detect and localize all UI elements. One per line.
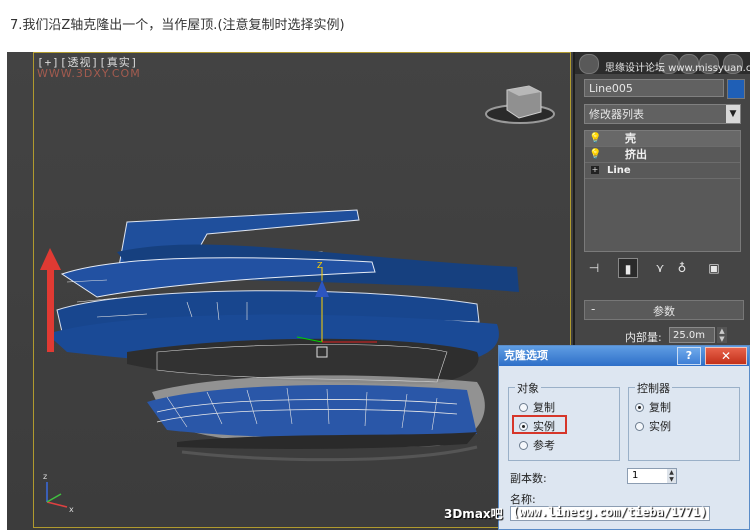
configure-modifier-sets-icon[interactable]: ▣ (704, 258, 724, 278)
bottom-watermark-prefix: 3Dmax吧 (444, 507, 503, 521)
stack-toolbar: ⊣ ▮ ⋎ ♁ ▣ (584, 258, 744, 278)
modifier-stack: 💡 壳 💡 挤出 + Line (584, 130, 741, 252)
radio-dot[interactable] (519, 441, 528, 450)
object-group-title: 对象 (515, 380, 541, 396)
radio-dot[interactable] (635, 403, 644, 412)
radio-label: 复制 (649, 401, 671, 414)
create-tab-icon[interactable] (579, 54, 599, 74)
radio-label: 实例 (649, 420, 671, 433)
lightbulb-icon[interactable]: 💡 (589, 147, 601, 162)
object-color-swatch[interactable] (727, 79, 745, 99)
page-caption: 7.我们沿Z轴克隆出一个，当作屋顶.(注意复制时选择实例) (10, 18, 345, 33)
parameters-rollout[interactable]: - 参数 (584, 300, 744, 320)
inner-amount-field[interactable]: 25.0m (669, 327, 715, 343)
stack-item-label: 挤出 (625, 148, 647, 161)
help-button[interactable]: ? (677, 347, 701, 365)
instance-highlight-box (512, 415, 567, 434)
remove-modifier-icon[interactable]: ♁ (672, 258, 692, 278)
stack-item-label: 壳 (625, 132, 636, 145)
pin-stack-icon[interactable]: ⊣ (584, 258, 604, 278)
stack-item-shell[interactable]: 💡 壳 (585, 131, 740, 147)
close-button[interactable]: ✕ (705, 347, 747, 365)
modifier-list-dropdown[interactable]: 修改器列表 ▼ (584, 104, 741, 124)
site-watermark: WWW.3DXY.COM (37, 67, 141, 80)
controller-copy-radio[interactable]: 复制 (635, 399, 671, 415)
inner-amount-spinner[interactable]: ▲ ▼ (717, 327, 727, 343)
stack-item-line[interactable]: + Line (585, 163, 740, 179)
show-end-result-icon[interactable]: ▮ (618, 258, 638, 278)
controller-group-title: 控制器 (635, 380, 672, 396)
copies-value: 1 (632, 470, 639, 481)
object-name-field[interactable]: Line005 (584, 79, 724, 97)
object-reference-radio[interactable]: 参考 (519, 437, 555, 453)
radio-label: 参考 (533, 439, 555, 452)
copies-label: 副本数: (510, 472, 547, 485)
make-unique-icon[interactable]: ⋎ (650, 258, 670, 278)
radio-label: 复制 (533, 401, 555, 414)
chevron-down-icon[interactable]: ▼ (726, 105, 740, 123)
active-viewport-frame (33, 52, 571, 528)
bottom-watermark-url: (www.linecg.com/tieba/1771) (512, 505, 708, 519)
command-panel-tabs: 思缘设计论坛 www.missyuan.com (575, 52, 750, 74)
perspective-viewport[interactable]: Z z x [+][透视][真实] WWW.3DXY.COM (7, 52, 575, 530)
clone-options-dialog: 克隆选项 ? ✕ 对象 复制 实例 参考 控制器 复制 实例 副本数: 1 ▲ ▼… (498, 345, 750, 530)
tab-caption: 思缘设计论坛 www.missyuan.com (605, 63, 750, 74)
spinner-arrows-icon[interactable]: ▲ ▼ (667, 469, 676, 483)
radio-dot[interactable] (635, 422, 644, 431)
inner-amount-label: 内部量: (625, 331, 662, 344)
rollout-title: 参数 (653, 305, 675, 318)
stack-item-extrude[interactable]: 💡 挤出 (585, 147, 740, 163)
radio-dot[interactable] (519, 403, 528, 412)
lightbulb-icon[interactable]: 💡 (589, 131, 601, 146)
controller-instance-radio[interactable]: 实例 (635, 418, 671, 434)
stack-item-label: Line (607, 165, 631, 176)
modifier-list-label: 修改器列表 (589, 108, 644, 121)
plus-icon[interactable]: + (591, 166, 599, 174)
object-copy-radio[interactable]: 复制 (519, 399, 555, 415)
copies-spinner[interactable]: 1 ▲ ▼ (627, 468, 677, 484)
